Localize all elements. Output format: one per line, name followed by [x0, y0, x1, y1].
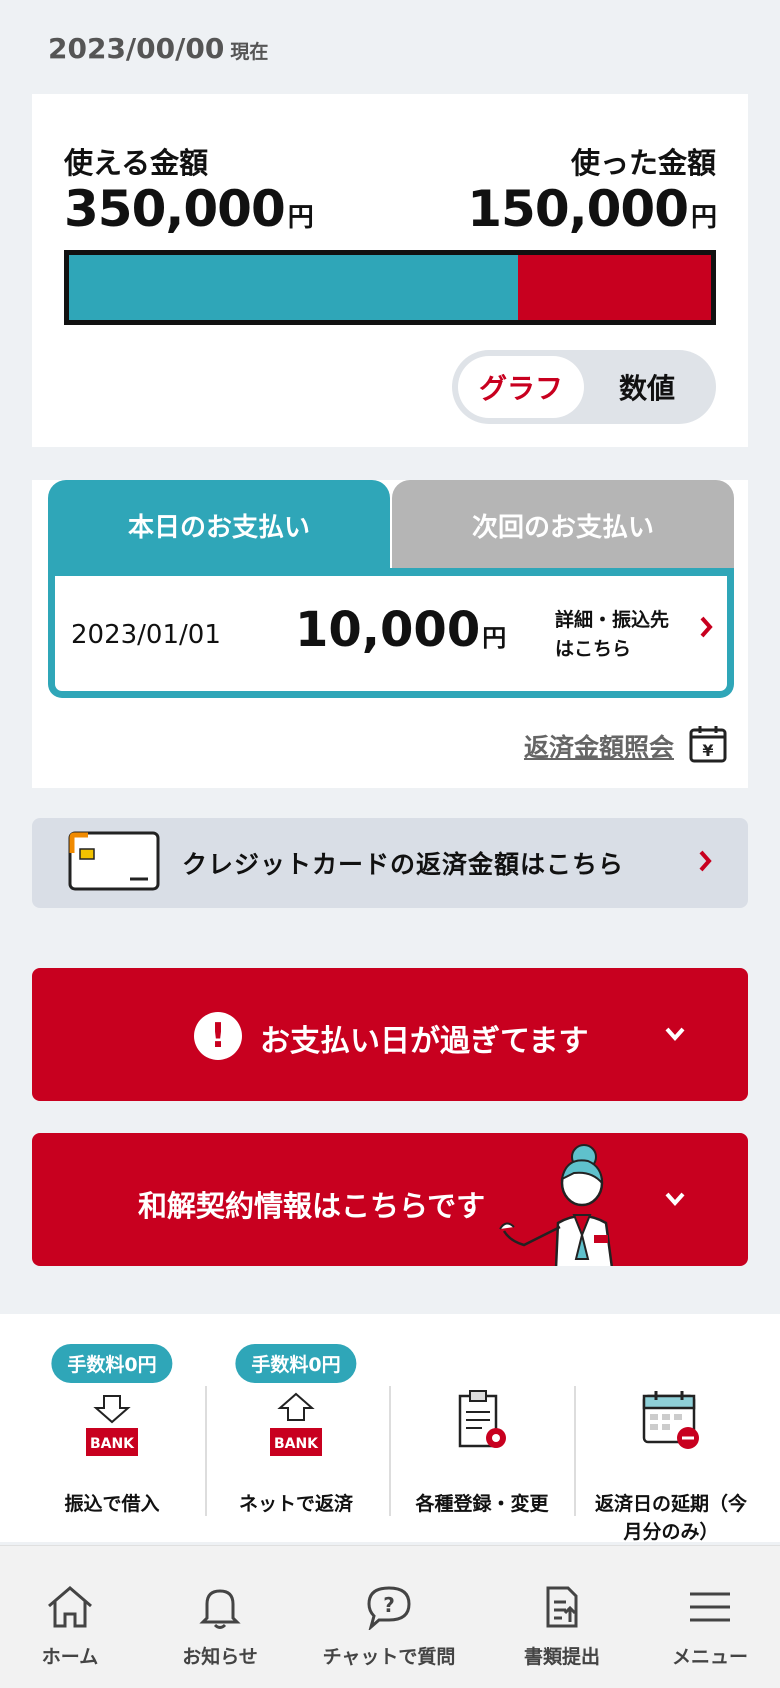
quick-action-label-line1: 返済日の延期（今: [594, 1493, 747, 1515]
fee-free-badge: 手数料0円: [235, 1344, 357, 1383]
quick-action-postpone-due-date[interactable]: 返済日の延期（今 月分のみ）: [576, 1344, 766, 1544]
fee-free-badge: 手数料0円: [51, 1344, 173, 1383]
chevron-right-icon: [699, 616, 713, 642]
quick-action-label-line2: 月分のみ）: [623, 1521, 719, 1543]
tab-next-payment[interactable]: 次回のお支払い: [392, 480, 734, 570]
chevron-down-icon: [664, 1026, 686, 1046]
credit-card-repayment-banner[interactable]: クレジットカードの返済金額はこちら: [32, 818, 748, 908]
payment-detail-line1: 詳細・振込先: [555, 609, 670, 631]
chevron-down-icon: [664, 1191, 686, 1211]
quick-action-label: 振込で借入: [64, 1493, 160, 1515]
as-of-date-suffix: 現在: [230, 41, 269, 63]
staff-illustration-icon: [494, 1143, 654, 1266]
bank-transfer-in-icon: BANK: [82, 1392, 142, 1466]
payment-amount: 10,000円: [295, 602, 506, 658]
credit-card-banner-label: クレジットカードの返済金額はこちら: [182, 850, 625, 879]
calendar-minus-icon: [638, 1388, 704, 1458]
overdue-alert-label: お支払い日が過ぎてます: [260, 1024, 589, 1059]
nav-label: ホーム: [41, 1646, 99, 1668]
nav-home[interactable]: ホーム: [30, 1584, 110, 1669]
nav-chat[interactable]: ? チャットで質問: [314, 1584, 464, 1669]
payment-detail-box[interactable]: 2023/01/01 10,000円 詳細・振込先 はこちら: [48, 568, 734, 698]
repayment-lookup-label: 返済金額照会: [523, 733, 674, 762]
available-label: 使える金額: [64, 146, 209, 180]
quick-action-borrow-transfer[interactable]: 手数料0円 BANK 振込で借入: [20, 1344, 204, 1544]
overdue-alert-banner[interactable]: ! お支払い日が過ぎてます: [32, 968, 748, 1101]
payment-amount-value: 10,000: [295, 602, 481, 658]
usage-bar-available-fill: [69, 255, 519, 320]
used-amount: 150,000 円: [467, 180, 717, 238]
yen-unit: 円: [287, 203, 314, 233]
as-of-date: 2023/00/00 現在: [48, 32, 268, 65]
balance-card: 使える金額 使った金額 350,000 円 150,000 円 グラフ 数値: [32, 94, 748, 447]
credit-card-icon: [68, 831, 160, 895]
svg-text:BANK: BANK: [274, 1436, 319, 1452]
payment-detail-link[interactable]: 詳細・振込先 はこちら: [555, 606, 685, 664]
bell-icon: [170, 1584, 270, 1634]
chat-question-icon: ?: [314, 1584, 464, 1634]
settlement-info-banner[interactable]: 和解契約情報はこちらです: [32, 1133, 748, 1266]
yen-unit: 円: [482, 624, 507, 652]
nav-label: 書類提出: [523, 1646, 600, 1668]
payment-detail-line2: はこちら: [555, 638, 632, 660]
exclamation-icon: !: [194, 1012, 242, 1060]
available-amount-value: 350,000: [64, 180, 286, 238]
nav-label: お知らせ: [182, 1646, 258, 1668]
nav-document-submit[interactable]: 書類提出: [514, 1584, 610, 1669]
used-label: 使った金額: [570, 146, 716, 180]
nav-label: メニュー: [671, 1646, 748, 1668]
svg-text:¥: ¥: [702, 741, 713, 760]
repayment-lookup-link[interactable]: 返済金額照会 ¥: [524, 724, 728, 768]
bottom-navigation: ホーム お知らせ ? チャットで質問 書類提出 メニュー: [0, 1545, 780, 1688]
yen-calendar-icon: ¥: [688, 724, 728, 768]
quick-action-label: 各種登録・変更: [415, 1493, 549, 1515]
used-amount-value: 150,000: [467, 180, 689, 238]
tab-today-payment[interactable]: 本日のお支払い: [48, 480, 390, 570]
clipboard-gear-icon: [452, 1388, 512, 1458]
quick-action-label: 返済日の延期（今 月分のみ）: [576, 1490, 766, 1546]
usage-bar: [64, 250, 716, 325]
toggle-number[interactable]: 数値: [584, 356, 710, 418]
settlement-info-label: 和解契約情報はこちらです: [138, 1189, 486, 1223]
toggle-graph[interactable]: グラフ: [458, 356, 584, 418]
yen-unit: 円: [690, 203, 717, 233]
nav-menu[interactable]: メニュー: [666, 1584, 754, 1669]
available-amount: 350,000 円: [64, 180, 314, 238]
svg-text:BANK: BANK: [90, 1436, 135, 1452]
hamburger-menu-icon: [666, 1584, 754, 1634]
bank-transfer-out-icon: BANK: [266, 1392, 326, 1466]
payment-tabs: 本日のお支払い 次回のお支払い: [48, 480, 734, 570]
payment-section: 本日のお支払い 次回のお支払い 2023/01/01 10,000円 詳細・振込…: [32, 480, 748, 788]
quick-actions: 手数料0円 BANK 振込で借入 手数料0円 BANK ネットで返済 各種登録・…: [0, 1314, 780, 1544]
home-icon: [30, 1584, 110, 1634]
as-of-date-value: 2023/00/00: [48, 32, 225, 65]
payment-date: 2023/01/01: [71, 620, 221, 650]
display-mode-toggle[interactable]: グラフ 数値: [452, 350, 716, 424]
document-upload-icon: [514, 1584, 610, 1634]
quick-action-label: ネットで返済: [238, 1493, 353, 1515]
svg-text:?: ?: [383, 1593, 395, 1617]
nav-notifications[interactable]: お知らせ: [170, 1584, 270, 1669]
nav-label: チャットで質問: [322, 1646, 456, 1668]
quick-action-repay-online[interactable]: 手数料0円 BANK ネットで返済: [204, 1344, 388, 1544]
chevron-right-icon: [698, 850, 712, 876]
quick-action-registration-change[interactable]: 各種登録・変更: [390, 1344, 574, 1544]
